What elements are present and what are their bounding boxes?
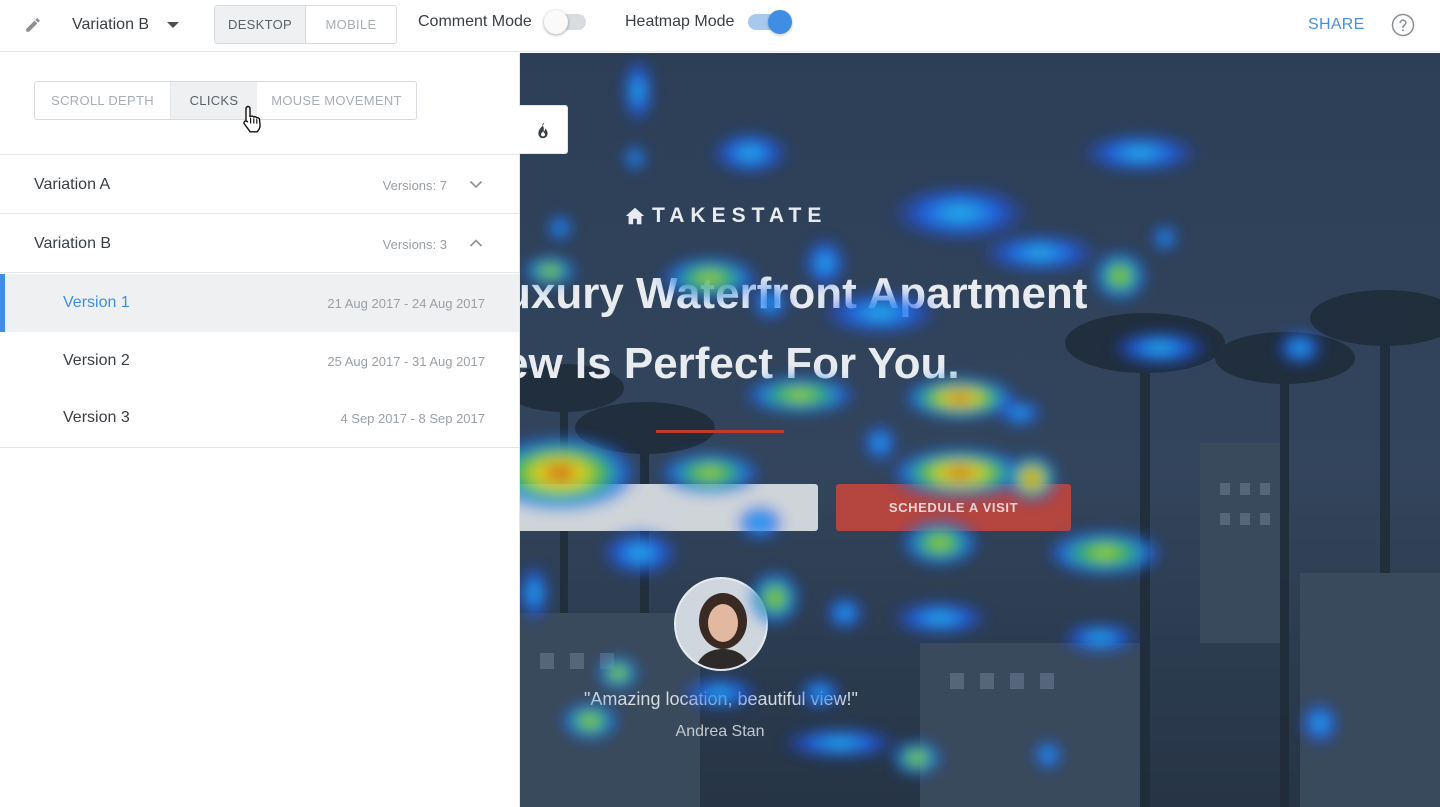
variation-row-b[interactable]: Variation B Versions: 3 bbox=[0, 214, 519, 273]
version-dates: 4 Sep 2017 - 8 Sep 2017 bbox=[340, 411, 485, 426]
heatmap-mode-toggle[interactable] bbox=[748, 10, 793, 34]
active-indicator bbox=[0, 274, 5, 332]
versions-count: Versions: 7 bbox=[382, 178, 447, 193]
comment-mode-label: Comment Mode bbox=[418, 13, 532, 30]
toggle-knob bbox=[768, 10, 793, 34]
mobile-tab[interactable]: MOBILE bbox=[306, 6, 396, 43]
schedule-visit-button[interactable]: SCHEDULE A VISIT bbox=[836, 484, 1071, 531]
heatmap-type-tabs: SCROLL DEPTH CLICKS MOUSE MOVEMENT bbox=[34, 81, 417, 120]
headline-line-1: uxury Waterfront Apartment bbox=[520, 269, 1088, 318]
variation-name: Variation A bbox=[34, 176, 111, 193]
desktop-tab[interactable]: DESKTOP bbox=[215, 6, 306, 43]
variation-dropdown-label: Variation B bbox=[72, 16, 150, 33]
version-dates: 21 Aug 2017 - 24 Aug 2017 bbox=[327, 296, 485, 311]
divider bbox=[0, 447, 519, 448]
versions-count: Versions: 3 bbox=[382, 237, 447, 252]
comment-mode: Comment Mode bbox=[418, 10, 586, 34]
caret-down-icon bbox=[167, 22, 180, 28]
variation-dropdown[interactable]: Variation B bbox=[72, 12, 180, 38]
version-row-1[interactable]: Version 1 21 Aug 2017 - 24 Aug 2017 bbox=[0, 274, 519, 332]
device-toggle: DESKTOP MOBILE bbox=[214, 5, 397, 44]
version-name: Version 1 bbox=[63, 294, 130, 311]
hand-cursor-icon bbox=[243, 105, 261, 133]
chevron-down-icon[interactable] bbox=[469, 177, 483, 191]
variation-name: Variation B bbox=[34, 235, 112, 252]
page-preview: TAKESTATE uxury Waterfront Apartment ew … bbox=[520, 53, 1440, 807]
flame-icon bbox=[538, 120, 548, 138]
version-row-2[interactable]: Version 2 25 Aug 2017 - 31 Aug 2017 bbox=[0, 332, 519, 390]
version-row-3[interactable]: Version 3 4 Sep 2017 - 8 Sep 2017 bbox=[0, 389, 519, 447]
brand-name: TAKESTATE bbox=[652, 204, 828, 227]
heatmap-mode-label: Heatmap Mode bbox=[625, 13, 735, 30]
heatmap-flame-button[interactable] bbox=[519, 105, 568, 154]
heatmap-mode: Heatmap Mode bbox=[625, 10, 793, 34]
heatmap-sidebar: SCROLL DEPTH CLICKS MOUSE MOVEMENT Varia… bbox=[0, 53, 520, 807]
help-icon[interactable] bbox=[1391, 13, 1415, 37]
toggle-knob bbox=[543, 10, 568, 34]
share-button[interactable]: SHARE bbox=[1308, 16, 1365, 34]
avatar bbox=[674, 577, 768, 671]
house-icon bbox=[625, 207, 645, 225]
headline-line-2: ew Is Perfect For You. bbox=[520, 339, 960, 388]
brand-logo: TAKESTATE bbox=[624, 204, 827, 228]
chevron-up-icon[interactable] bbox=[469, 236, 483, 250]
pencil-icon[interactable] bbox=[24, 16, 42, 34]
email-input[interactable] bbox=[520, 484, 818, 531]
variation-row-a[interactable]: Variation A Versions: 7 bbox=[0, 155, 519, 214]
comment-mode-toggle[interactable] bbox=[543, 10, 586, 34]
testimonial-quote: "Amazing location, beautiful view!" bbox=[584, 689, 858, 709]
top-bar: Variation B DESKTOP MOBILE Comment Mode … bbox=[0, 0, 1440, 52]
tab-scroll-depth[interactable]: SCROLL DEPTH bbox=[35, 82, 171, 119]
version-dates: 25 Aug 2017 - 31 Aug 2017 bbox=[327, 354, 485, 369]
testimonial-author: Andrea Stan bbox=[675, 723, 765, 740]
version-name: Version 2 bbox=[63, 352, 130, 369]
version-name: Version 3 bbox=[63, 409, 130, 426]
headline-divider bbox=[656, 430, 784, 433]
tab-mouse-movement[interactable]: MOUSE MOVEMENT bbox=[257, 82, 416, 119]
